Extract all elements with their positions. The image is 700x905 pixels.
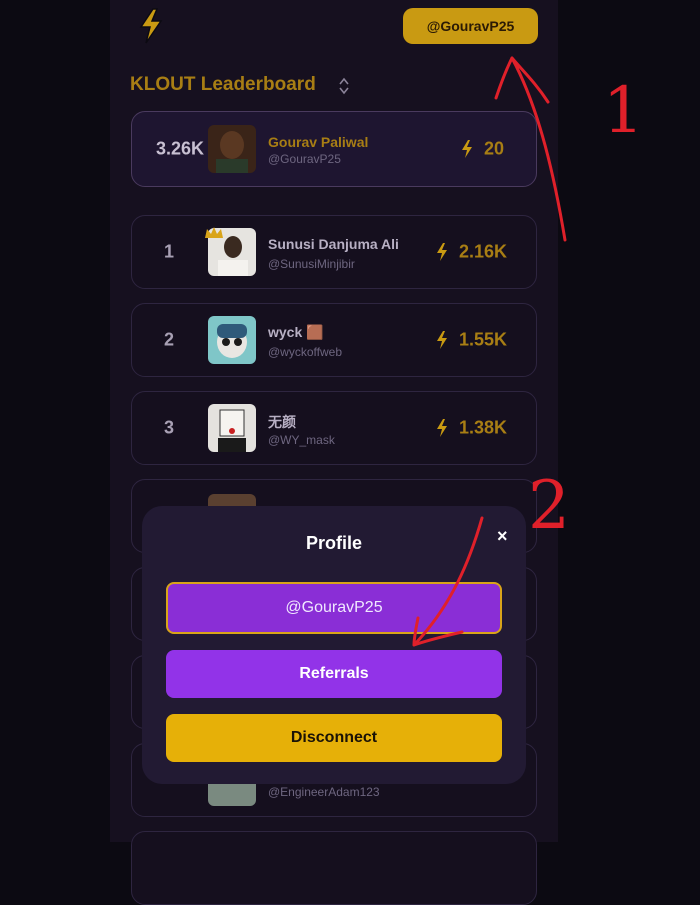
red-annotation-overlay: 1 2 bbox=[412, 56, 644, 647]
annotation-arrow-1 bbox=[494, 56, 567, 242]
leaderboard-row[interactable] bbox=[131, 831, 537, 905]
annotation-number-2: 2 bbox=[528, 467, 570, 544]
annotation-number-1: 1 bbox=[603, 74, 644, 148]
annotation-arrow-2 bbox=[412, 516, 484, 647]
